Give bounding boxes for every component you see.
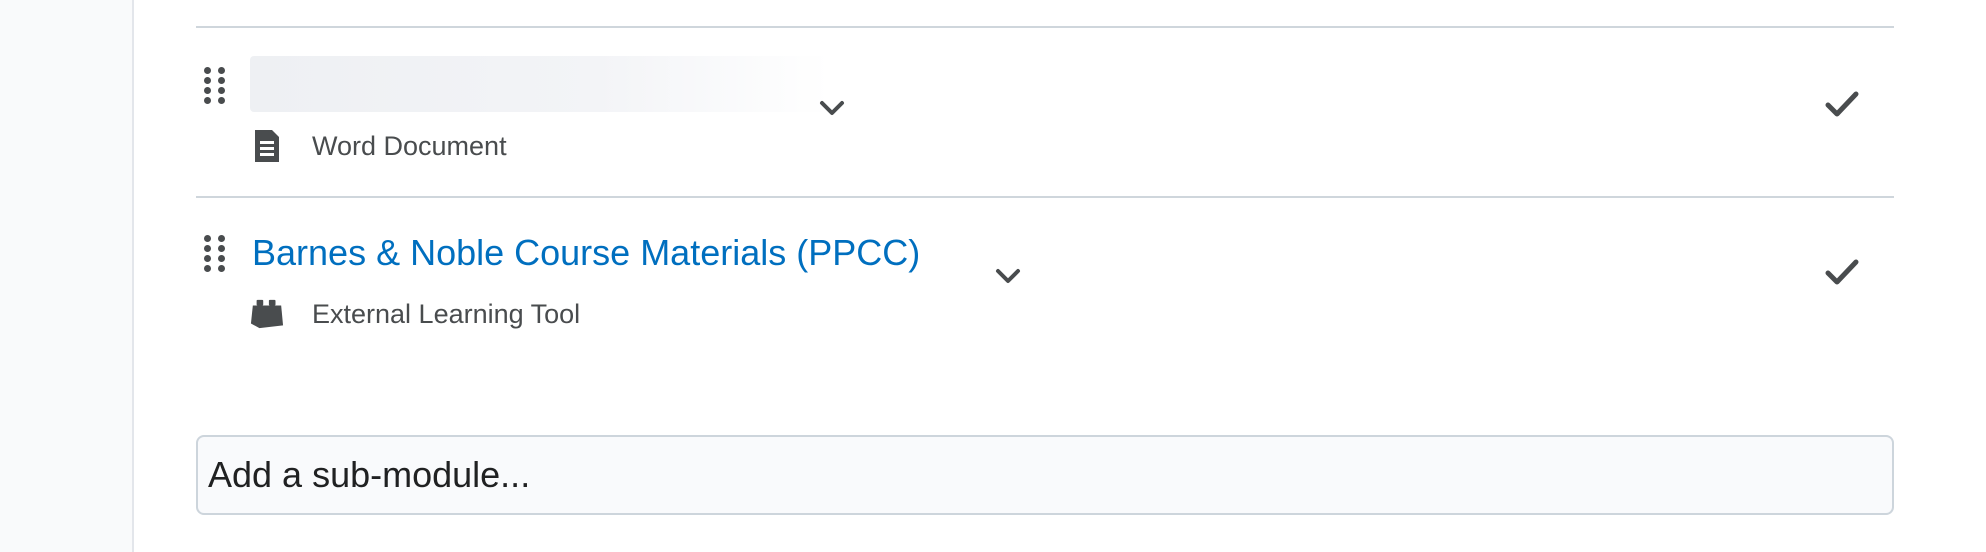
item-title-redacted[interactable] — [250, 56, 830, 112]
item-title-link[interactable]: Barnes & Noble Course Materials (PPCC) — [252, 232, 920, 274]
completion-check-icon[interactable] — [1820, 250, 1864, 294]
add-submodule-input[interactable]: Add a sub-module... — [196, 435, 1894, 515]
completion-check-icon[interactable] — [1820, 82, 1864, 126]
item-type-label: External Learning Tool — [312, 298, 581, 329]
item-type-line: Word Document — [250, 126, 507, 166]
module-content: Word Document Barnes & Noble Course Mate… — [196, 0, 1894, 552]
drag-handle-icon[interactable] — [204, 234, 228, 274]
chevron-down-icon[interactable] — [990, 258, 1026, 294]
list-item-external-tool: Barnes & Noble Course Materials (PPCC) E… — [196, 198, 1894, 378]
left-rail — [0, 0, 134, 552]
chevron-down-icon[interactable] — [814, 90, 850, 126]
puzzle-piece-icon — [250, 295, 284, 333]
item-type-label: Word Document — [312, 130, 507, 161]
document-icon — [250, 127, 284, 165]
drag-handle-icon[interactable] — [204, 66, 228, 106]
list-item-word-document: Word Document — [196, 28, 1894, 198]
item-type-line: External Learning Tool — [250, 294, 580, 334]
